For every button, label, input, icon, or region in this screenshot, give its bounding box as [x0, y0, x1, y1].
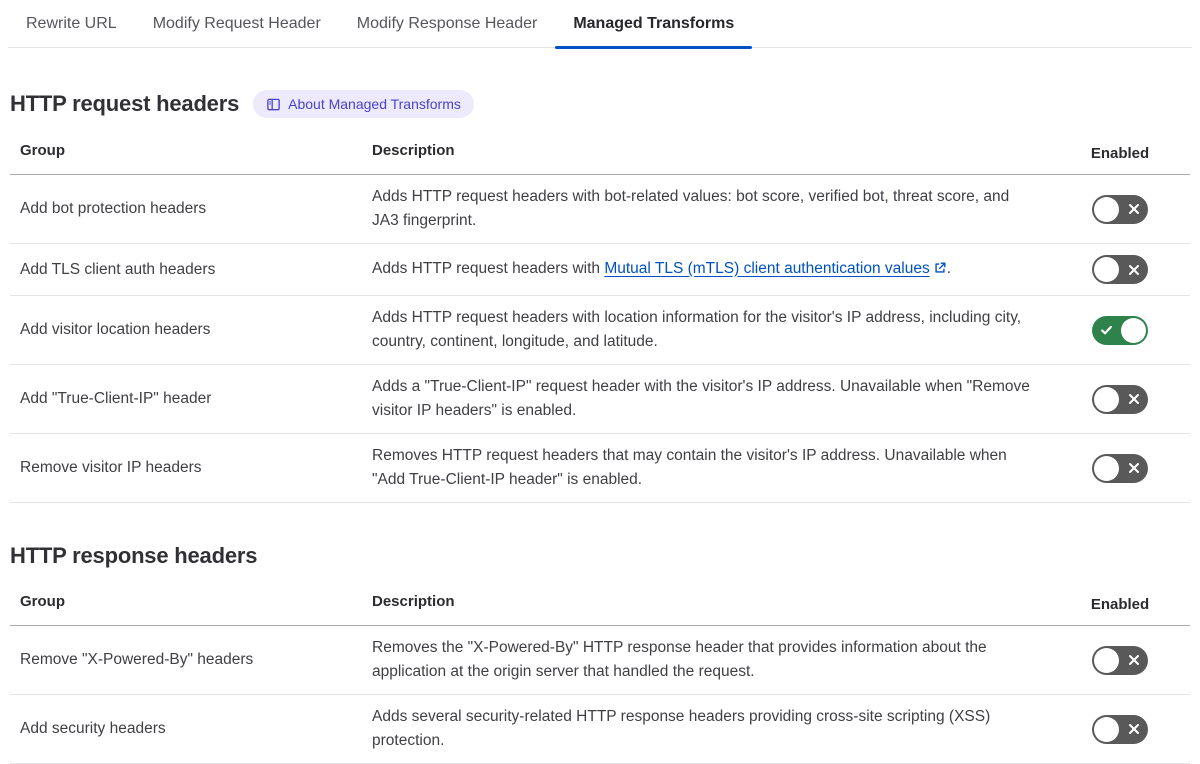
x-icon: [1128, 462, 1140, 474]
group-description: Adds a "True-Client-IP" request header w…: [372, 378, 1030, 419]
group-name: Remove "X-Powered-By" headers: [20, 651, 254, 668]
table-header-row: Group Description Enabled: [10, 585, 1190, 626]
x-icon: [1128, 723, 1140, 735]
group-description: Adds several security-related HTTP respo…: [372, 708, 991, 749]
tab-bar: Rewrite URL Modify Request Header Modify…: [8, 0, 1192, 49]
toggle-knob: [1094, 716, 1119, 742]
column-enabled: Enabled: [1090, 145, 1150, 162]
tab-modify-request-header[interactable]: Modify Request Header: [135, 0, 339, 47]
group-description: Adds HTTP request headers with bot-relat…: [372, 188, 1010, 229]
mtls-values-link[interactable]: Mutual TLS (mTLS) client authentication …: [604, 260, 929, 277]
request-section-title: HTTP request headers: [10, 91, 240, 116]
group-description: Removes the "X-Powered-By" HTTP response…: [372, 639, 987, 680]
group-name: Add "True-Client-IP" header: [20, 390, 212, 407]
toggle-add-true-client-ip-header[interactable]: [1092, 384, 1148, 414]
table-row: Add "True-Client-IP" header Adds a "True…: [10, 365, 1190, 434]
group-name: Add visitor location headers: [20, 321, 211, 338]
group-description: Adds HTTP request headers with location …: [372, 309, 1022, 350]
external-link-icon: [933, 259, 947, 283]
x-icon: [1128, 393, 1140, 405]
group-name: Add TLS client auth headers: [20, 260, 216, 278]
table-row: Add security headers Adds several securi…: [10, 695, 1190, 764]
response-section-title: HTTP response headers: [10, 543, 258, 568]
toggle-remove-visitor-ip-headers[interactable]: [1092, 453, 1148, 483]
toggle-knob: [1094, 647, 1119, 673]
table-row: Add bot protection headers Adds HTTP req…: [10, 175, 1190, 244]
table-row: Remove visitor IP headers Removes HTTP r…: [10, 434, 1190, 503]
check-icon: [1100, 324, 1113, 337]
table-row: Add visitor location headers Adds HTTP r…: [10, 296, 1190, 365]
request-section-header: HTTP request headers About Managed Trans…: [10, 90, 1190, 118]
badge-label: About Managed Transforms: [288, 96, 461, 112]
about-managed-transforms-link[interactable]: About Managed Transforms: [253, 90, 474, 118]
toggle-knob: [1094, 257, 1119, 282]
group-name: Remove visitor IP headers: [20, 459, 202, 476]
table-row: Remove "X-Powered-By" headers Removes th…: [10, 626, 1190, 695]
tab-modify-response-header[interactable]: Modify Response Header: [339, 0, 556, 47]
tab-rewrite-url[interactable]: Rewrite URL: [8, 0, 135, 47]
toggle-add-bot-protection-headers[interactable]: [1092, 194, 1148, 224]
book-icon: [266, 97, 281, 112]
toggle-add-tls-client-auth-headers[interactable]: [1092, 255, 1148, 284]
toggle-knob: [1121, 317, 1146, 343]
description-text: Adds HTTP request headers with: [372, 259, 605, 277]
toggle-knob: [1094, 386, 1119, 412]
tab-managed-transforms[interactable]: Managed Transforms: [555, 0, 753, 49]
group-description: Removes HTTP request headers that may co…: [372, 447, 1007, 488]
table-row: Add TLS client auth headers Adds HTTP re…: [10, 244, 1190, 296]
x-icon: [1128, 654, 1140, 666]
toggle-knob: [1094, 455, 1119, 481]
request-headers-table: Group Description Enabled Add bot protec…: [10, 134, 1190, 503]
column-description: Description: [372, 593, 455, 610]
description-text: .: [946, 259, 952, 277]
group-description: Adds HTTP request headers with Mutual TL…: [362, 247, 1050, 293]
response-headers-table: Group Description Enabled Remove "X-Powe…: [10, 585, 1190, 764]
toggle-add-security-headers[interactable]: [1092, 714, 1148, 744]
table-header-row: Group Description Enabled: [10, 134, 1190, 175]
column-description: Description: [372, 142, 455, 159]
group-name: Add bot protection headers: [20, 200, 207, 217]
x-icon: [1128, 264, 1140, 276]
toggle-knob: [1094, 196, 1119, 222]
column-group: Group: [20, 593, 65, 610]
toggle-remove-x-powered-by-headers[interactable]: [1092, 645, 1148, 675]
column-group: Group: [20, 142, 65, 159]
response-section-header: HTTP response headers: [10, 543, 1190, 569]
toggle-add-visitor-location-headers[interactable]: [1092, 315, 1148, 345]
group-name: Add security headers: [20, 720, 166, 737]
column-enabled: Enabled: [1090, 596, 1150, 613]
x-icon: [1128, 203, 1140, 215]
